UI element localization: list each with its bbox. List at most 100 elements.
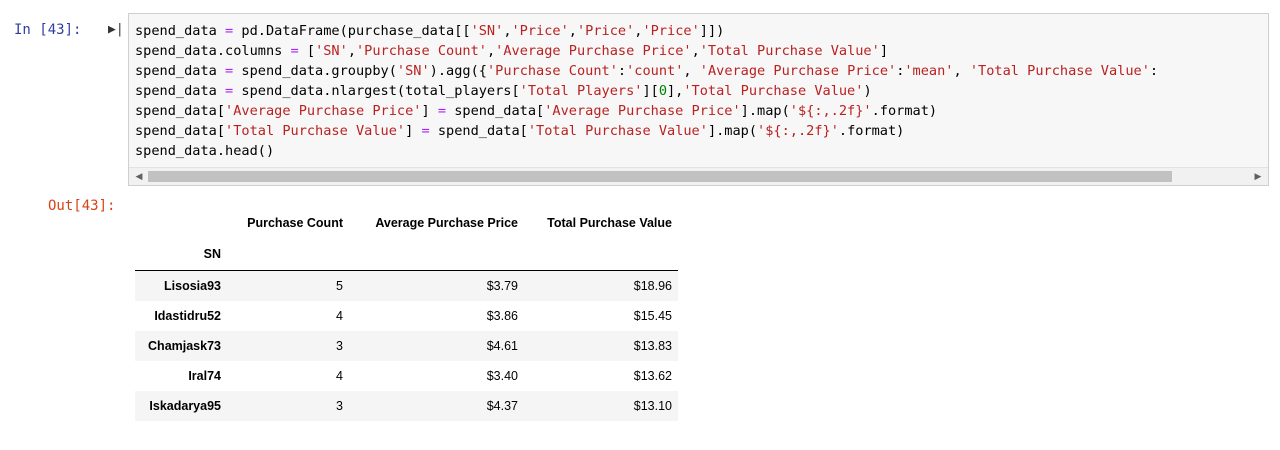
code-token: = — [225, 23, 234, 39]
cell-average-purchase-price: $3.86 — [486, 309, 518, 323]
column-header-total-purchase-value: Total Purchase Value — [547, 216, 672, 230]
code-token: 'Price' — [576, 23, 635, 39]
code-token: ) — [863, 83, 872, 99]
code-token: = — [421, 123, 430, 139]
table-row: Idastidru52 4 $3.86 $15.45 — [135, 301, 678, 331]
code-token: = — [437, 103, 447, 119]
code-token: spend_data.columns — [135, 43, 291, 59]
code-line: spend_data.head() — [135, 141, 1268, 161]
code-token: 'Total Purchase Value' — [683, 83, 864, 99]
row-index-sn: Chamjask73 — [148, 339, 221, 353]
code-token: 'Average Purchase Price' — [225, 103, 422, 119]
input-prompt: In [43]: — [14, 22, 82, 38]
code-token: spend_data.groupby( — [233, 63, 397, 79]
code-token: '${:,.2f}' — [789, 103, 872, 119]
code-cell[interactable]: spend_data = pd.DataFrame(purchase_data[… — [128, 13, 1269, 186]
column-header-row: Purchase Count Average Purchase Price To… — [135, 207, 678, 239]
cell-total-purchase-value: $13.62 — [633, 369, 672, 383]
code-token: 'Total Purchase Value' — [527, 123, 708, 139]
code-token: ] — [405, 123, 422, 139]
code-token: 'count' — [626, 63, 684, 79]
code-token: spend_data — [135, 83, 226, 99]
code-token: 'mean' — [904, 63, 954, 79]
row-index-sn: Lisosia93 — [164, 279, 221, 293]
code-line: spend_data['Average Purchase Price'] = s… — [135, 101, 1268, 121]
code-token: ] — [421, 103, 438, 119]
column-header-purchase-count: Purchase Count — [247, 216, 343, 230]
code-token: = — [225, 83, 234, 99]
cell-total-purchase-value: $13.83 — [633, 339, 672, 353]
code-token: : — [617, 63, 627, 79]
index-name-header: SN — [135, 239, 227, 271]
scroll-left-arrow-icon[interactable]: ◀ — [131, 168, 147, 185]
cell-purchase-count: 5 — [336, 279, 343, 293]
code-line: spend_data = spend_data.nlargest(total_p… — [135, 81, 1268, 101]
code-token: ).agg({ — [429, 63, 487, 79]
code-line: spend_data['Total Purchase Value'] = spe… — [135, 121, 1268, 141]
code-token: spend_data — [135, 63, 226, 79]
dataframe-table: Purchase Count Average Purchase Price To… — [135, 207, 678, 421]
code-line: spend_data = spend_data.groupby('SN').ag… — [135, 61, 1268, 81]
code-token: 'Average Purchase Price' — [495, 43, 692, 59]
code-token: 'Purchase Count' — [356, 43, 487, 59]
row-index-sn: Iral74 — [188, 369, 221, 383]
code-editor[interactable]: spend_data = pd.DataFrame(purchase_data[… — [135, 21, 1268, 161]
code-token: [ — [298, 43, 316, 59]
code-token: spend_data — [135, 23, 226, 39]
code-token: ].map( — [740, 103, 790, 119]
cell-average-purchase-price: $3.40 — [486, 369, 518, 383]
cell-total-purchase-value: $15.45 — [633, 309, 672, 323]
run-cell-icon[interactable]: ▶| — [108, 20, 124, 40]
code-token: 'SN' — [315, 43, 348, 59]
code-token: , — [347, 43, 356, 59]
code-token: , — [568, 23, 577, 39]
code-token: ] — [879, 43, 888, 59]
code-token: spend_data[ — [135, 123, 226, 139]
code-token: 'Total Purchase Value' — [225, 123, 406, 139]
code-token: spend_data[ — [446, 103, 545, 119]
table-row: Chamjask73 3 $4.61 $13.83 — [135, 331, 678, 361]
code-token: spend_data.head() — [135, 143, 275, 159]
code-token: pd.DataFrame(purchase_data[[ — [233, 23, 471, 39]
table-row: Lisosia93 5 $3.79 $18.96 — [135, 270, 678, 301]
index-name-row: SN — [135, 239, 678, 271]
code-token: .format) — [838, 123, 905, 139]
code-token: 'Average Purchase Price' — [544, 103, 741, 119]
cell-purchase-count: 3 — [336, 339, 343, 353]
code-token: 'SN' — [470, 23, 504, 39]
code-token: , — [691, 43, 700, 59]
scroll-right-arrow-icon[interactable]: ▶ — [1250, 168, 1266, 185]
cell-purchase-count: 3 — [336, 399, 343, 413]
cell-total-purchase-value: $18.96 — [633, 279, 672, 293]
output-prompt: Out[43]: — [48, 198, 116, 214]
code-token: spend_data.nlargest(total_players[ — [233, 83, 520, 99]
code-token: 'Purchase Count' — [486, 63, 618, 79]
horizontal-scrollbar[interactable]: ◀ ▶ — [129, 167, 1268, 185]
code-token: , — [486, 43, 496, 59]
code-line: spend_data = pd.DataFrame(purchase_data[… — [135, 21, 1268, 41]
row-index-sn: Iskadarya95 — [149, 399, 221, 413]
code-token: ], — [667, 83, 684, 99]
code-token: spend_data[ — [429, 123, 528, 139]
cell-purchase-count: 4 — [336, 309, 343, 323]
code-token: 'SN' — [396, 63, 430, 79]
code-token: '${:,.2f}' — [757, 123, 839, 139]
cell-average-purchase-price: $4.37 — [486, 399, 518, 413]
code-token: 'Total Purchase Value' — [699, 43, 880, 59]
code-token: ][ — [642, 83, 659, 99]
cell-average-purchase-price: $3.79 — [486, 279, 518, 293]
index-header-blank — [135, 207, 227, 239]
table-row: Iskadarya95 3 $4.37 $13.10 — [135, 391, 678, 421]
column-header-average-purchase-price: Average Purchase Price — [375, 216, 518, 230]
code-token: = — [290, 43, 299, 59]
index-name-spacer — [227, 239, 349, 271]
table-row: Iral74 4 $3.40 $13.62 — [135, 361, 678, 391]
code-token: spend_data[ — [135, 103, 226, 119]
scrollbar-thumb[interactable] — [148, 171, 1172, 182]
code-token: ]]) — [699, 23, 725, 39]
row-index-sn: Idastidru52 — [154, 309, 221, 323]
cell-purchase-count: 4 — [336, 369, 343, 383]
code-token: ].map( — [707, 123, 758, 139]
index-name-spacer — [349, 239, 524, 271]
code-token: = — [225, 63, 234, 79]
